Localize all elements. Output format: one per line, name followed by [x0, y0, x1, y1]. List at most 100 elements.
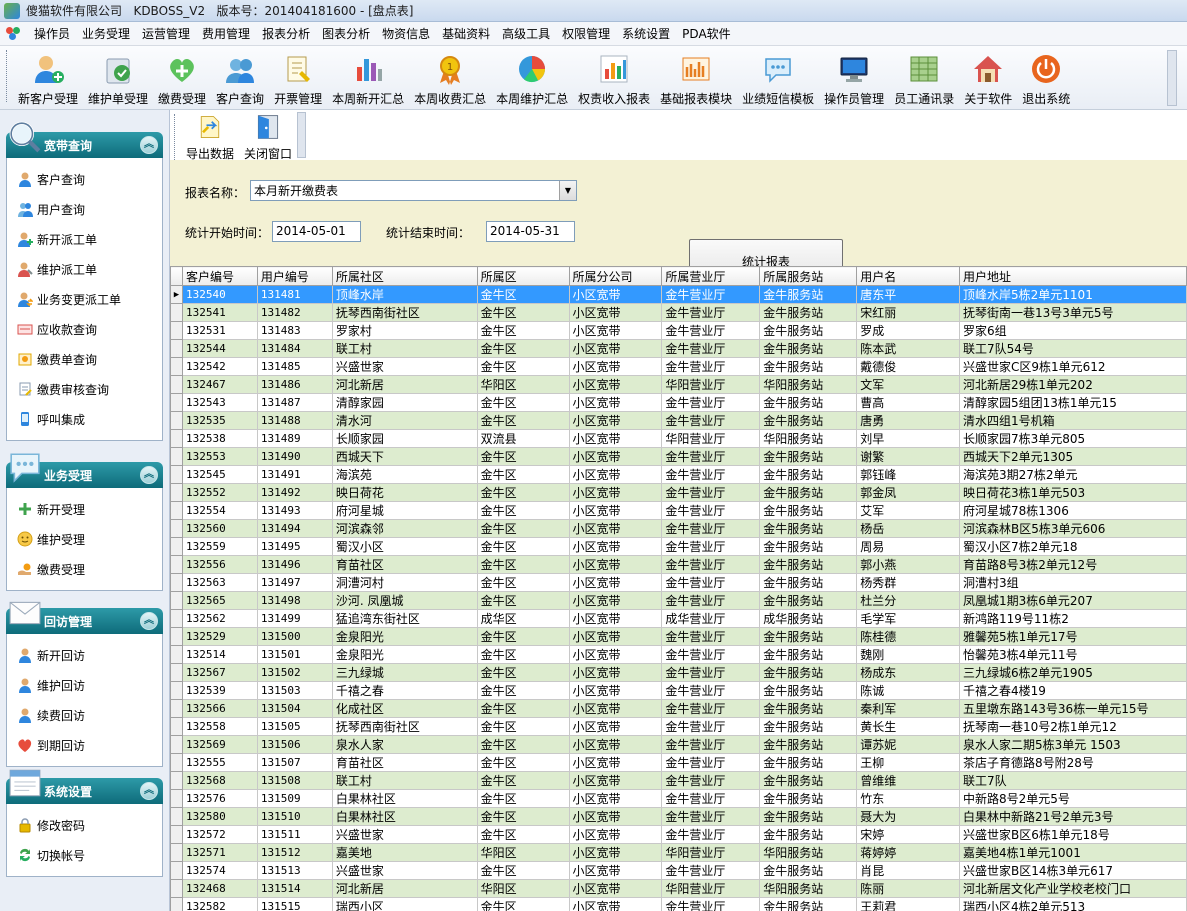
table-cell[interactable]: 西城天下2单元1305: [959, 447, 1187, 466]
table-cell[interactable]: 府河星城: [331, 501, 478, 520]
table-row[interactable]: 132543 131487 清醇家园 金牛区 小区宽带 金牛营业厅 金牛服务站 曹高 清醇家园5…: [170, 393, 1187, 412]
table-cell[interactable]: 罗家6组: [959, 321, 1187, 340]
collapse-icon[interactable]: ︽: [140, 466, 158, 484]
table-cell[interactable]: 金牛区: [476, 483, 570, 502]
table-cell[interactable]: 凤凰城1期3栋6单元207: [959, 591, 1187, 610]
table-cell[interactable]: 金牛区: [476, 735, 570, 754]
table-cell[interactable]: 小区宽带: [568, 393, 663, 412]
end-date-input[interactable]: 2014-05-31: [486, 221, 575, 242]
table-cell[interactable]: 131490: [256, 447, 333, 466]
table-cell[interactable]: 华阳营业厅: [661, 375, 761, 394]
table-cell[interactable]: 金牛营业厅: [661, 519, 761, 538]
row-indicator[interactable]: [170, 411, 183, 430]
table-cell[interactable]: 陈本武: [856, 339, 961, 358]
table-cell[interactable]: 132559: [181, 537, 258, 556]
table-cell[interactable]: 132563: [181, 573, 258, 592]
row-indicator[interactable]: [170, 321, 183, 340]
table-cell[interactable]: 金牛营业厅: [661, 501, 761, 520]
table-cell[interactable]: 映日荷花: [331, 483, 478, 502]
table-cell[interactable]: 洞漕村3组: [959, 573, 1187, 592]
table-cell[interactable]: 洞漕河村: [331, 573, 478, 592]
column-header[interactable]: 客户编号: [181, 266, 258, 286]
sidebar-item[interactable]: 新开回访: [7, 640, 162, 670]
table-row[interactable]: 132555 131507 育苗社区 金牛区 小区宽带 金牛营业厅 金牛服务站 王柳 茶店子育德…: [170, 753, 1187, 772]
toolbar-button-14[interactable]: 关于软件: [959, 46, 1017, 108]
table-cell[interactable]: 罗家村: [331, 321, 478, 340]
table-cell[interactable]: 西城天下: [331, 447, 478, 466]
table-cell[interactable]: 金牛区: [476, 789, 570, 808]
table-cell[interactable]: 小区宽带: [568, 591, 663, 610]
table-cell[interactable]: 谭苏妮: [856, 735, 961, 754]
table-cell[interactable]: 金牛区: [476, 447, 570, 466]
table-cell[interactable]: 千禧之春4楼19: [959, 681, 1187, 700]
toolbar-button-2[interactable]: 维护单受理: [83, 46, 153, 108]
table-cell[interactable]: 清水四组1号机箱: [959, 411, 1187, 430]
table-cell[interactable]: 河北新居: [331, 375, 478, 394]
table-cell[interactable]: 陈诚: [856, 681, 961, 700]
menu-item-6[interactable]: 图表分析: [316, 22, 376, 46]
column-header[interactable]: 用户名: [856, 266, 961, 286]
row-indicator[interactable]: [170, 861, 183, 880]
table-cell[interactable]: 131493: [256, 501, 333, 520]
table-cell[interactable]: 瑞西小区: [331, 897, 478, 911]
table-cell[interactable]: 华阳服务站: [759, 879, 858, 898]
table-cell[interactable]: 131501: [256, 645, 333, 664]
table-cell[interactable]: 金牛服务站: [759, 501, 858, 520]
row-indicator[interactable]: [170, 807, 183, 826]
table-cell[interactable]: 131515: [256, 897, 333, 911]
table-cell[interactable]: 金牛服务站: [759, 789, 858, 808]
table-cell[interactable]: 兴盛世家: [331, 825, 478, 844]
table-cell[interactable]: 金牛服务站: [759, 321, 858, 340]
sidebar-item[interactable]: 缴费单查询: [7, 344, 162, 374]
table-cell[interactable]: 瑞西小区4栋2单元513: [959, 897, 1187, 911]
table-cell[interactable]: 陈丽: [856, 879, 961, 898]
sidebar-panel-header[interactable]: 业务受理 ︽: [6, 453, 163, 488]
table-cell[interactable]: 金牛区: [476, 393, 570, 412]
menu-item-10[interactable]: 权限管理: [556, 22, 616, 46]
table-cell[interactable]: 金牛区: [476, 573, 570, 592]
table-cell[interactable]: 雅馨苑5栋1单元17号: [959, 627, 1187, 646]
table-row[interactable]: 132545 131491 海滨苑 金牛区 小区宽带 金牛营业厅 金牛服务站 郭钰峰 海滨苑3期…: [170, 465, 1187, 484]
table-cell[interactable]: 小区宽带: [568, 897, 663, 911]
table-row[interactable]: 132542 131485 兴盛世家 金牛区 小区宽带 金牛营业厅 金牛服务站 戴德俊 兴盛世家…: [170, 357, 1187, 376]
row-indicator[interactable]: [170, 465, 183, 484]
table-cell[interactable]: 小区宽带: [568, 357, 663, 376]
table-cell[interactable]: 长顺家园: [331, 429, 478, 448]
table-cell[interactable]: 嘉美地: [331, 843, 478, 862]
table-cell[interactable]: 金牛区: [476, 681, 570, 700]
table-cell[interactable]: 132514: [181, 645, 258, 664]
table-cell[interactable]: 小区宽带: [568, 807, 663, 826]
table-cell[interactable]: 育苗社区: [331, 555, 478, 574]
table-cell[interactable]: 华阳营业厅: [661, 429, 761, 448]
row-indicator[interactable]: [170, 735, 183, 754]
table-cell[interactable]: 泉水人家二期5栋3单元 1503: [959, 735, 1187, 754]
sidebar-panel-header[interactable]: 回访管理 ︽: [6, 601, 163, 634]
table-cell[interactable]: 小区宽带: [568, 411, 663, 430]
table-cell[interactable]: 化成社区: [331, 699, 478, 718]
table-cell[interactable]: 131507: [256, 753, 333, 772]
table-cell[interactable]: 小区宽带: [568, 501, 663, 520]
table-cell[interactable]: 金牛服务站: [759, 807, 858, 826]
table-cell[interactable]: 三九绿城: [331, 663, 478, 682]
table-cell[interactable]: 132554: [181, 501, 258, 520]
table-cell[interactable]: 抚琴西南街社区: [331, 303, 478, 322]
sidebar-item[interactable]: 修改密码: [7, 810, 162, 840]
table-cell[interactable]: 长顺家园7栋3单元805: [959, 429, 1187, 448]
table-cell[interactable]: 132565: [181, 591, 258, 610]
row-indicator[interactable]: [170, 645, 183, 664]
table-cell[interactable]: 金牛区: [476, 645, 570, 664]
table-cell[interactable]: 小区宽带: [568, 717, 663, 736]
report-toolbar-overflow-button[interactable]: [297, 112, 307, 158]
table-cell[interactable]: 132571: [181, 843, 258, 862]
table-row[interactable]: ▶ 132540 131481 顶峰水岸 金牛区 小区宽带 金牛营业厅 金牛服务站 唐东平 顶峰水…: [170, 285, 1187, 304]
sidebar-item[interactable]: 应收款查询: [7, 314, 162, 344]
table-cell[interactable]: 河滨森邻: [331, 519, 478, 538]
table-cell[interactable]: 131496: [256, 555, 333, 574]
menu-item-1[interactable]: 操作员: [28, 22, 76, 46]
table-cell[interactable]: 132543: [181, 393, 258, 412]
table-cell[interactable]: 金牛营业厅: [661, 753, 761, 772]
table-cell[interactable]: 中新路8号2单元5号: [959, 789, 1187, 808]
table-cell[interactable]: 金牛服务站: [759, 285, 858, 304]
menu-item-11[interactable]: 系统设置: [616, 22, 676, 46]
table-cell[interactable]: 金牛区: [476, 285, 570, 304]
